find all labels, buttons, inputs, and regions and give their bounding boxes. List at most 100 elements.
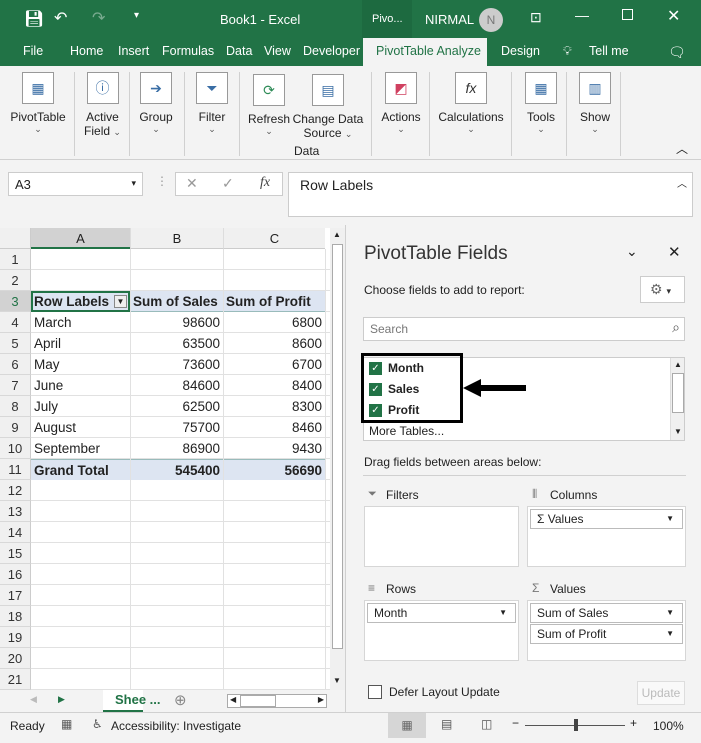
cell[interactable]: 84600: [130, 375, 223, 396]
next-sheet-icon[interactable]: ▶: [58, 694, 65, 705]
tab-file[interactable]: File: [23, 44, 43, 58]
zoom-out-icon[interactable]: −: [512, 716, 519, 730]
h-scroll-thumb[interactable]: [240, 695, 276, 707]
cell[interactable]: Sum of Profit: [223, 291, 325, 312]
zoom-level[interactable]: 100%: [653, 719, 684, 733]
minimize-icon[interactable]: —: [575, 7, 589, 23]
cell[interactable]: June: [31, 375, 130, 396]
columns-field-values[interactable]: Σ Values ▼: [530, 509, 683, 529]
save-icon[interactable]: 💾︎: [24, 9, 44, 29]
tab-pivottable-analyze[interactable]: PivotTable Analyze: [363, 38, 487, 66]
chevron-down-icon[interactable]: ▼: [666, 510, 674, 528]
cell[interactable]: 73600: [130, 354, 223, 375]
row-header[interactable]: 15: [0, 543, 31, 564]
cell[interactable]: [223, 249, 325, 270]
collapse-formula-icon[interactable]: ︿: [677, 175, 687, 190]
tab-home[interactable]: Home: [70, 44, 103, 58]
chevron-down-icon[interactable]: ▼: [666, 604, 674, 622]
row-header[interactable]: 21: [0, 669, 31, 690]
scroll-up-icon[interactable]: ▲: [674, 360, 682, 369]
update-button[interactable]: Update: [637, 681, 685, 705]
actions-button[interactable]: ◩ Actions ⌄: [378, 72, 424, 135]
cell[interactable]: [31, 270, 130, 291]
close-icon[interactable]: ✕: [667, 6, 680, 26]
tab-formulas[interactable]: Formulas: [162, 44, 214, 58]
row-header[interactable]: 12: [0, 480, 31, 501]
tab-developer[interactable]: Developer: [303, 44, 360, 58]
filter-dropdown-icon[interactable]: ▼: [114, 295, 127, 308]
row-header[interactable]: 3: [0, 291, 31, 312]
cell[interactable]: [130, 270, 223, 291]
cell[interactable]: April: [31, 333, 130, 354]
collapse-ribbon-icon[interactable]: ︿: [676, 140, 688, 157]
row-header[interactable]: 17: [0, 585, 31, 606]
row-header[interactable]: 14: [0, 522, 31, 543]
group-button[interactable]: ➔ Group ⌄: [136, 72, 176, 135]
rows-field-month[interactable]: Month ▼: [367, 603, 516, 623]
filter-button[interactable]: ⏷ Filter ⌄: [192, 72, 232, 135]
cell[interactable]: March: [31, 312, 130, 333]
show-button[interactable]: ▥ Show ⌄: [574, 72, 616, 135]
scroll-right-icon[interactable]: ▶: [318, 695, 324, 704]
defer-layout-checkbox[interactable]: [368, 685, 382, 699]
row-header[interactable]: 18: [0, 606, 31, 627]
vertical-scrollbar[interactable]: ▲ ▼: [330, 228, 345, 690]
zoom-in-icon[interactable]: +: [630, 716, 637, 730]
row-header[interactable]: 9: [0, 417, 31, 438]
horizontal-scrollbar[interactable]: ◀ ▶: [227, 694, 327, 708]
row-header[interactable]: 13: [0, 501, 31, 522]
chevron-down-icon[interactable]: ▼: [499, 604, 507, 622]
scroll-down-icon[interactable]: ▼: [674, 427, 682, 436]
page-layout-icon[interactable]: ▤: [441, 717, 452, 731]
prev-sheet-icon[interactable]: ◀: [30, 694, 37, 705]
cell[interactable]: 62500: [130, 396, 223, 417]
insert-function-icon[interactable]: fx: [260, 175, 270, 191]
name-box[interactable]: A3 ▾: [8, 172, 143, 196]
cell[interactable]: [130, 249, 223, 270]
tab-design[interactable]: Design: [501, 44, 540, 58]
row-header[interactable]: 8: [0, 396, 31, 417]
column-header-a[interactable]: A: [31, 228, 130, 249]
cell[interactable]: 6700: [223, 354, 325, 375]
scroll-thumb[interactable]: [672, 373, 684, 413]
tools-settings-button[interactable]: ⚙ ▾: [640, 276, 685, 303]
scroll-down-icon[interactable]: ▼: [333, 676, 341, 685]
rows-area[interactable]: Month ▼: [364, 600, 519, 661]
row-header[interactable]: 20: [0, 648, 31, 669]
cell[interactable]: May: [31, 354, 130, 375]
sheet-tab[interactable]: Shee ...: [103, 690, 161, 712]
cancel-icon[interactable]: ✕: [186, 175, 198, 192]
row-header[interactable]: 19: [0, 627, 31, 648]
row-header[interactable]: 11: [0, 459, 31, 480]
cell[interactable]: 8300: [223, 396, 325, 417]
tell-me[interactable]: Tell me: [589, 44, 629, 58]
pivottable-button[interactable]: ▦ PivotTable ⌄: [8, 72, 68, 135]
avatar[interactable]: N: [479, 8, 503, 32]
row-header[interactable]: 16: [0, 564, 31, 585]
customize-qat-icon[interactable]: ▾: [134, 10, 139, 21]
ribbon-display-icon[interactable]: ⊡: [530, 9, 542, 26]
values-field-sum-of-profit[interactable]: Sum of Profit ▼: [530, 624, 683, 644]
chevron-down-icon[interactable]: ▾: [131, 178, 136, 189]
values-field-sum-of-sales[interactable]: Sum of Sales ▼: [530, 603, 683, 623]
comments-icon[interactable]: 🗨︎: [668, 44, 686, 61]
row-header[interactable]: 6: [0, 354, 31, 375]
redo-icon[interactable]: ↷: [92, 8, 105, 28]
enter-icon[interactable]: ✓: [222, 175, 234, 192]
cell[interactable]: [223, 270, 325, 291]
row-header[interactable]: 4: [0, 312, 31, 333]
page-break-icon[interactable]: ◫: [481, 717, 492, 731]
row-header[interactable]: 10: [0, 438, 31, 459]
worksheet-grid[interactable]: A B C 1 2 3 Row Labels Sum of Sales Sum of Pr…: [0, 228, 345, 690]
cell[interactable]: 56690: [223, 459, 325, 480]
field-list-scrollbar[interactable]: ▲ ▼: [670, 358, 684, 440]
column-header-b[interactable]: B: [130, 228, 223, 249]
columns-area[interactable]: Σ Values ▼: [527, 506, 686, 567]
row-header[interactable]: 5: [0, 333, 31, 354]
normal-view-icon[interactable]: ▦: [388, 713, 426, 738]
cell[interactable]: 9430: [223, 438, 325, 459]
cell[interactable]: 86900: [130, 438, 223, 459]
maximize-icon[interactable]: [622, 9, 633, 20]
tab-insert[interactable]: Insert: [118, 44, 149, 58]
cell[interactable]: 98600: [130, 312, 223, 333]
